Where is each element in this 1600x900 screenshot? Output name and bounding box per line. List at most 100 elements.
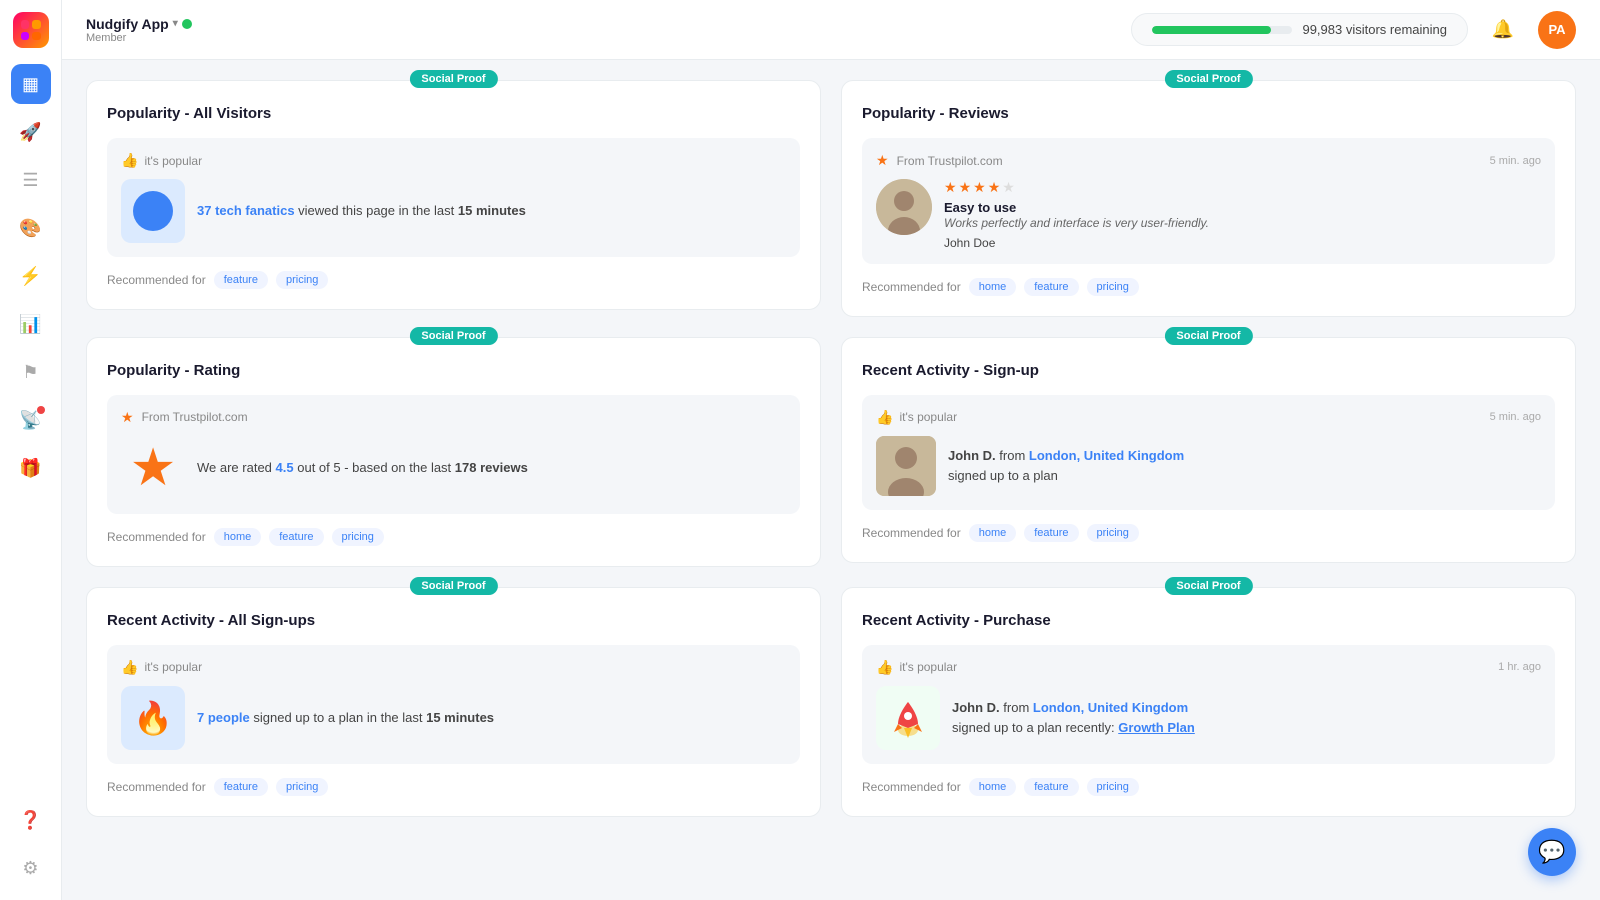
reviewer-avatar xyxy=(876,179,932,235)
purchase-name: John D. xyxy=(952,700,1000,715)
sidebar-item-notifications[interactable]: ☰ xyxy=(11,160,51,200)
card-recent-signup[interactable]: Recent Activity - Sign-up 👍 it's popular… xyxy=(841,337,1576,563)
sidebar-item-analytics[interactable]: 📊 xyxy=(11,304,51,344)
cards-grid: Social Proof Popularity - All Visitors 👍… xyxy=(86,80,1576,817)
tag-pricing-4: pricing xyxy=(1087,524,1139,542)
popular-label-1: it's popular xyxy=(144,154,202,168)
recommended-label-2: Recommended for xyxy=(862,280,961,294)
progress-track xyxy=(1152,26,1292,34)
card-preview-4: 👍 it's popular 5 min. ago xyxy=(862,395,1555,510)
from-label-4: from xyxy=(999,448,1029,463)
review-content: ★ ★ ★ ★ ★ Easy to use Works perfectly an… xyxy=(944,179,1209,250)
signup-text: John D. from London, United Kingdom sign… xyxy=(948,446,1184,485)
tag-feature-6: feature xyxy=(1024,778,1078,796)
stars-row: ★ ★ ★ ★ ★ xyxy=(944,179,1209,196)
visitors-progress-bar: 99,983 visitors remaining xyxy=(1131,13,1468,46)
card-preview-3: ★ From Trustpilot.com ★ We are rated 4.5… xyxy=(107,395,800,514)
card-title-1: Popularity - All Visitors xyxy=(107,105,800,122)
member-label: Member xyxy=(86,32,192,44)
tag-home-3: home xyxy=(214,528,262,546)
recommended-row-4: Recommended for home feature pricing xyxy=(862,524,1555,542)
review-body-text: Works perfectly and interface is very us… xyxy=(944,215,1209,232)
rating-body: ★ We are rated 4.5 out of 5 - based on t… xyxy=(121,436,786,500)
purchase-plan-link[interactable]: Growth Plan xyxy=(1118,720,1195,735)
tag-feature-4: feature xyxy=(1024,524,1078,542)
sidebar-bottom: ❓ ⚙ xyxy=(11,800,51,888)
sidebar-item-live[interactable]: 📡 xyxy=(11,400,51,440)
card-wrapper-popularity-rating: Social Proof Popularity - Rating ★ From … xyxy=(86,337,821,567)
card-wrapper-purchase: Social Proof Recent Activity - Purchase … xyxy=(841,587,1576,817)
tag-home-2: home xyxy=(969,278,1017,296)
card-purchase[interactable]: Recent Activity - Purchase 👍 it's popula… xyxy=(841,587,1576,817)
card-popularity-all-visitors[interactable]: Popularity - All Visitors 👍 it's popular… xyxy=(86,80,821,310)
social-proof-badge-2: Social Proof xyxy=(1164,70,1252,88)
social-proof-badge-6: Social Proof xyxy=(1164,577,1252,595)
sidebar: ▦ 🚀 ☰ 🎨 ⚡ 📊 ⚑ 📡 🎁 ❓ ⚙ xyxy=(0,0,62,900)
all-signups-text: 7 people signed up to a plan in the last… xyxy=(197,708,494,728)
star-icon-2: ★ xyxy=(876,152,889,169)
tag-pricing-6: pricing xyxy=(1087,778,1139,796)
tag-feature-3: feature xyxy=(269,528,323,546)
card-title-2: Popularity - Reviews xyxy=(862,105,1555,122)
thumbs-up-icon: 👍 xyxy=(121,152,138,169)
rating-header: ★ From Trustpilot.com xyxy=(121,409,786,426)
chat-button[interactable]: 💬 xyxy=(1528,828,1576,876)
progress-fill xyxy=(1152,26,1271,34)
text-middle-1: viewed this page in the last xyxy=(298,203,458,218)
main-area: Nudgify App ▾ Member 99,983 visitors rem… xyxy=(62,0,1600,900)
dropdown-chevron[interactable]: ▾ xyxy=(173,18,178,29)
tag-feature-1: feature xyxy=(214,271,268,289)
card-all-signups[interactable]: Recent Activity - All Sign-ups 👍 it's po… xyxy=(86,587,821,817)
recommended-label-6: Recommended for xyxy=(862,780,961,794)
sidebar-item-help[interactable]: ❓ xyxy=(11,800,51,840)
purchase-from: from xyxy=(1003,700,1033,715)
thumbs-up-icon-6: 👍 xyxy=(876,659,893,676)
recommended-row-5: Recommended for feature pricing xyxy=(107,778,800,796)
flame-icon-box: 🔥 xyxy=(121,686,185,750)
sidebar-item-dashboard[interactable]: ▦ xyxy=(11,64,51,104)
tag-home-6: home xyxy=(969,778,1017,796)
card-popularity-reviews[interactable]: Popularity - Reviews ★ From Trustpilot.c… xyxy=(841,80,1576,317)
user-avatar[interactable]: PA xyxy=(1538,11,1576,49)
rating-text: We are rated 4.5 out of 5 - based on the… xyxy=(197,458,528,478)
sidebar-item-goals[interactable]: ⚑ xyxy=(11,352,51,392)
card-popularity-rating[interactable]: Popularity - Rating ★ From Trustpilot.co… xyxy=(86,337,821,567)
signup-body: John D. from London, United Kingdom sign… xyxy=(876,436,1541,496)
social-proof-badge-5: Social Proof xyxy=(409,577,497,595)
review-title: Easy to use xyxy=(944,200,1209,215)
star-2: ★ xyxy=(959,179,972,196)
card-wrapper-all-signups: Social Proof Recent Activity - All Sign-… xyxy=(86,587,821,817)
sidebar-item-gifts[interactable]: 🎁 xyxy=(11,448,51,488)
tag-pricing-1: pricing xyxy=(276,271,328,289)
social-proof-badge-4: Social Proof xyxy=(1164,327,1252,345)
social-proof-badge-1: Social Proof xyxy=(409,70,497,88)
popular-label-6: it's popular xyxy=(899,660,957,674)
recommended-label-3: Recommended for xyxy=(107,530,206,544)
card-preview-2: ★ From Trustpilot.com 5 min. ago xyxy=(862,138,1555,264)
brand-info: Nudgify App ▾ Member xyxy=(86,16,192,44)
tag-feature-2: feature xyxy=(1024,278,1078,296)
star-5-empty: ★ xyxy=(1002,179,1015,196)
sidebar-item-activity[interactable]: ⚡ xyxy=(11,256,51,296)
all-signups-header: 👍 it's popular xyxy=(121,659,786,676)
visitors-text-1: 37 tech fanatics viewed this page in the… xyxy=(197,201,526,221)
star-icon-3: ★ xyxy=(121,409,134,426)
sidebar-item-settings[interactable]: ⚙ xyxy=(11,848,51,888)
trustpilot-label: From Trustpilot.com xyxy=(897,154,1003,168)
status-indicator xyxy=(182,19,192,29)
signup-name: John D. xyxy=(948,448,996,463)
signups-count-highlight: 7 people xyxy=(197,710,250,725)
sidebar-item-launch[interactable]: 🚀 xyxy=(11,112,51,152)
reviews-bold: 178 reviews xyxy=(455,460,528,475)
star-1: ★ xyxy=(944,179,957,196)
recommended-label-5: Recommended for xyxy=(107,780,206,794)
recommended-row-6: Recommended for home feature pricing xyxy=(862,778,1555,796)
time-bold-1: 15 minutes xyxy=(458,203,526,218)
signup-preview-header: 👍 it's popular 5 min. ago xyxy=(876,409,1541,426)
app-logo[interactable] xyxy=(13,12,49,48)
thumbs-up-icon-4: 👍 xyxy=(876,409,893,426)
location-highlight-4: London, United Kingdom xyxy=(1029,448,1184,463)
sidebar-item-themes[interactable]: 🎨 xyxy=(11,208,51,248)
bell-button[interactable]: 🔔 xyxy=(1484,11,1522,49)
app-name[interactable]: Nudgify App ▾ xyxy=(86,16,192,32)
